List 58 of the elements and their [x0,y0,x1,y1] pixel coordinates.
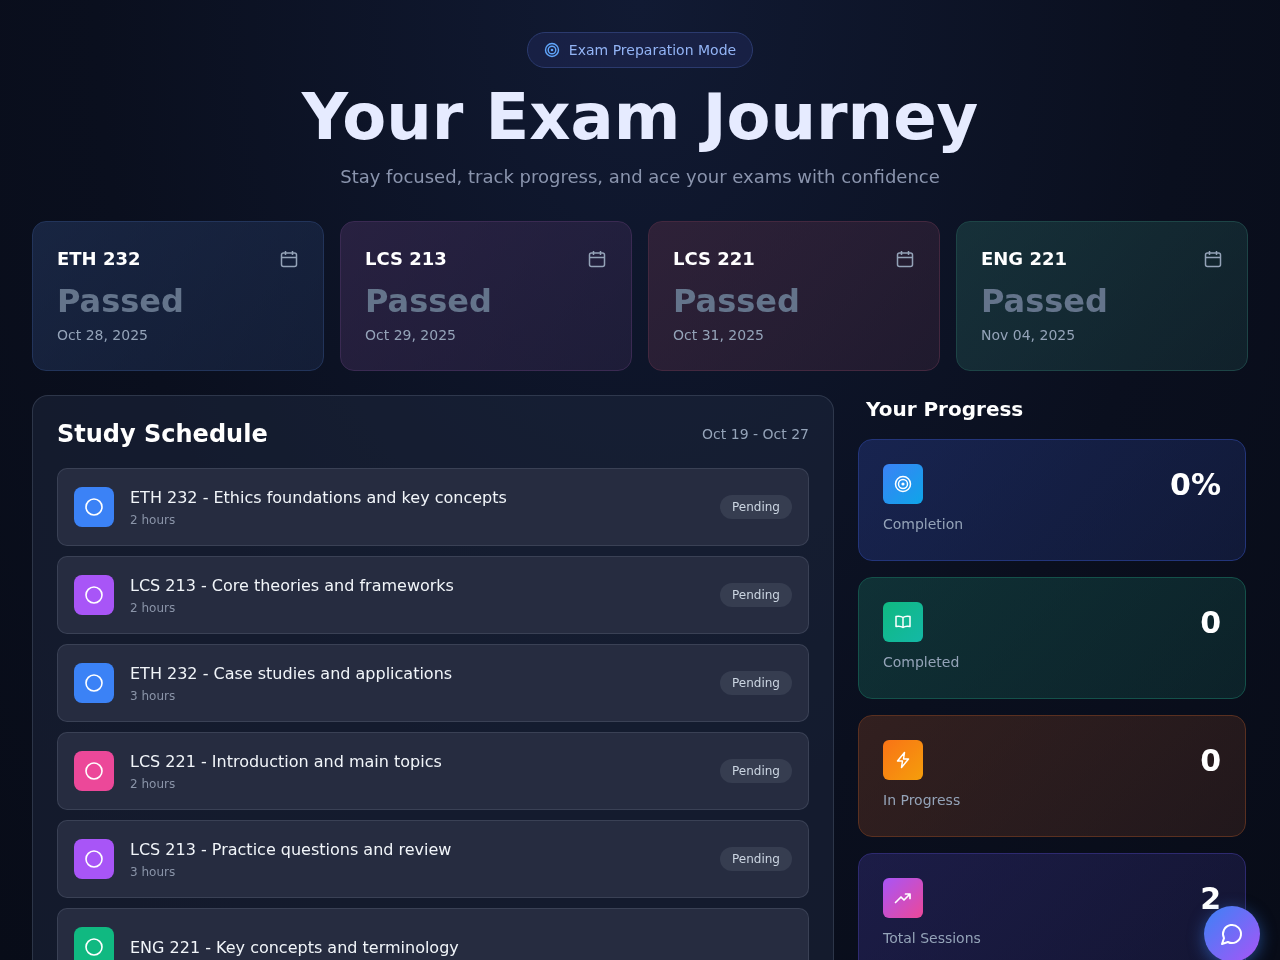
exam-status: Passed [673,281,801,321]
exam-status: Passed [365,281,493,321]
status-pill: Pending [720,671,792,695]
session-duration: 2 hours [130,600,177,615]
calendar-icon [895,248,915,269]
stat-value: 2 [1200,880,1221,916]
session-title: LCS 221 - Introduction and main topics [130,751,443,771]
lightning-icon [883,740,923,780]
date-range: Oct 19 - Oct 27 [702,426,809,442]
status-pill: Pending [720,847,792,871]
exam-status: Passed [981,281,1109,321]
trend-icon [883,878,923,918]
stat-label: Completed [883,654,961,670]
exam-date: Oct 28, 2025 [57,327,149,343]
status-pill: Pending [720,495,792,519]
exam-status: Passed [57,281,185,321]
calendar-icon [587,248,607,269]
session-duration: 3 hours [130,688,177,703]
session-row[interactable]: LCS 221 - Introduction and main topics 2 hours Pending [57,732,809,810]
session-title: ETH 232 - Case studies and applications [130,663,454,683]
session-row[interactable]: LCS 213 - Practice questions and review 3 hours Pending [57,820,809,898]
course-code: LCS 213 [365,248,447,269]
session-title: ENG 221 - Key concepts and terminology [130,937,460,957]
page-title: Your Exam Journey [300,79,980,156]
session-title: LCS 213 - Core theories and frameworks [130,575,455,595]
session-row[interactable]: LCS 213 - Core theories and frameworks 2 hours Pending [57,556,809,634]
exam-date: Oct 31, 2025 [673,327,765,343]
chat-icon [1220,922,1244,946]
session-duration: 2 hours [130,776,177,791]
status-pill: Pending [720,583,792,607]
calendar-icon [279,248,299,269]
book-icon [883,602,923,642]
session-title: ETH 232 - Ethics foundations and key concepts [130,487,508,507]
status-pill: Pending [720,759,792,783]
stat-label: Completion [883,516,965,532]
session-duration: 2 hours [130,512,177,527]
session-row[interactable]: ETH 232 - Ethics foundations and key concepts 2 hours Pending [57,468,809,546]
stat-value: 0% [1170,466,1221,502]
course-code: LCS 221 [673,248,755,269]
mode-label: Exam Preparation Mode [568,42,737,58]
schedule-title: Study Schedule [57,420,268,448]
session-title: LCS 213 - Practice questions and review [130,839,453,859]
stat-label: In Progress [883,792,962,808]
course-code: ENG 221 [981,248,1067,269]
progress-title: Your Progress [865,396,1025,423]
stat-value: 0 [1200,604,1221,640]
target-icon [543,42,560,58]
session-row[interactable]: ETH 232 - Case studies and applications 3 hours Pending [57,644,809,722]
course-code: ETH 232 [57,248,141,269]
exam-date: Oct 29, 2025 [365,327,457,343]
stat-value: 0 [1200,742,1221,778]
stat-label: Total Sessions [883,930,982,946]
page-subtitle: Stay focused, track progress, and ace your exams with confidence [339,166,941,187]
session-row[interactable]: ENG 221 - Key concepts and terminology [57,908,809,960]
target-icon [883,464,923,504]
calendar-icon [1203,248,1223,269]
session-duration: 3 hours [130,864,177,879]
exam-date: Nov 04, 2025 [981,327,1077,343]
